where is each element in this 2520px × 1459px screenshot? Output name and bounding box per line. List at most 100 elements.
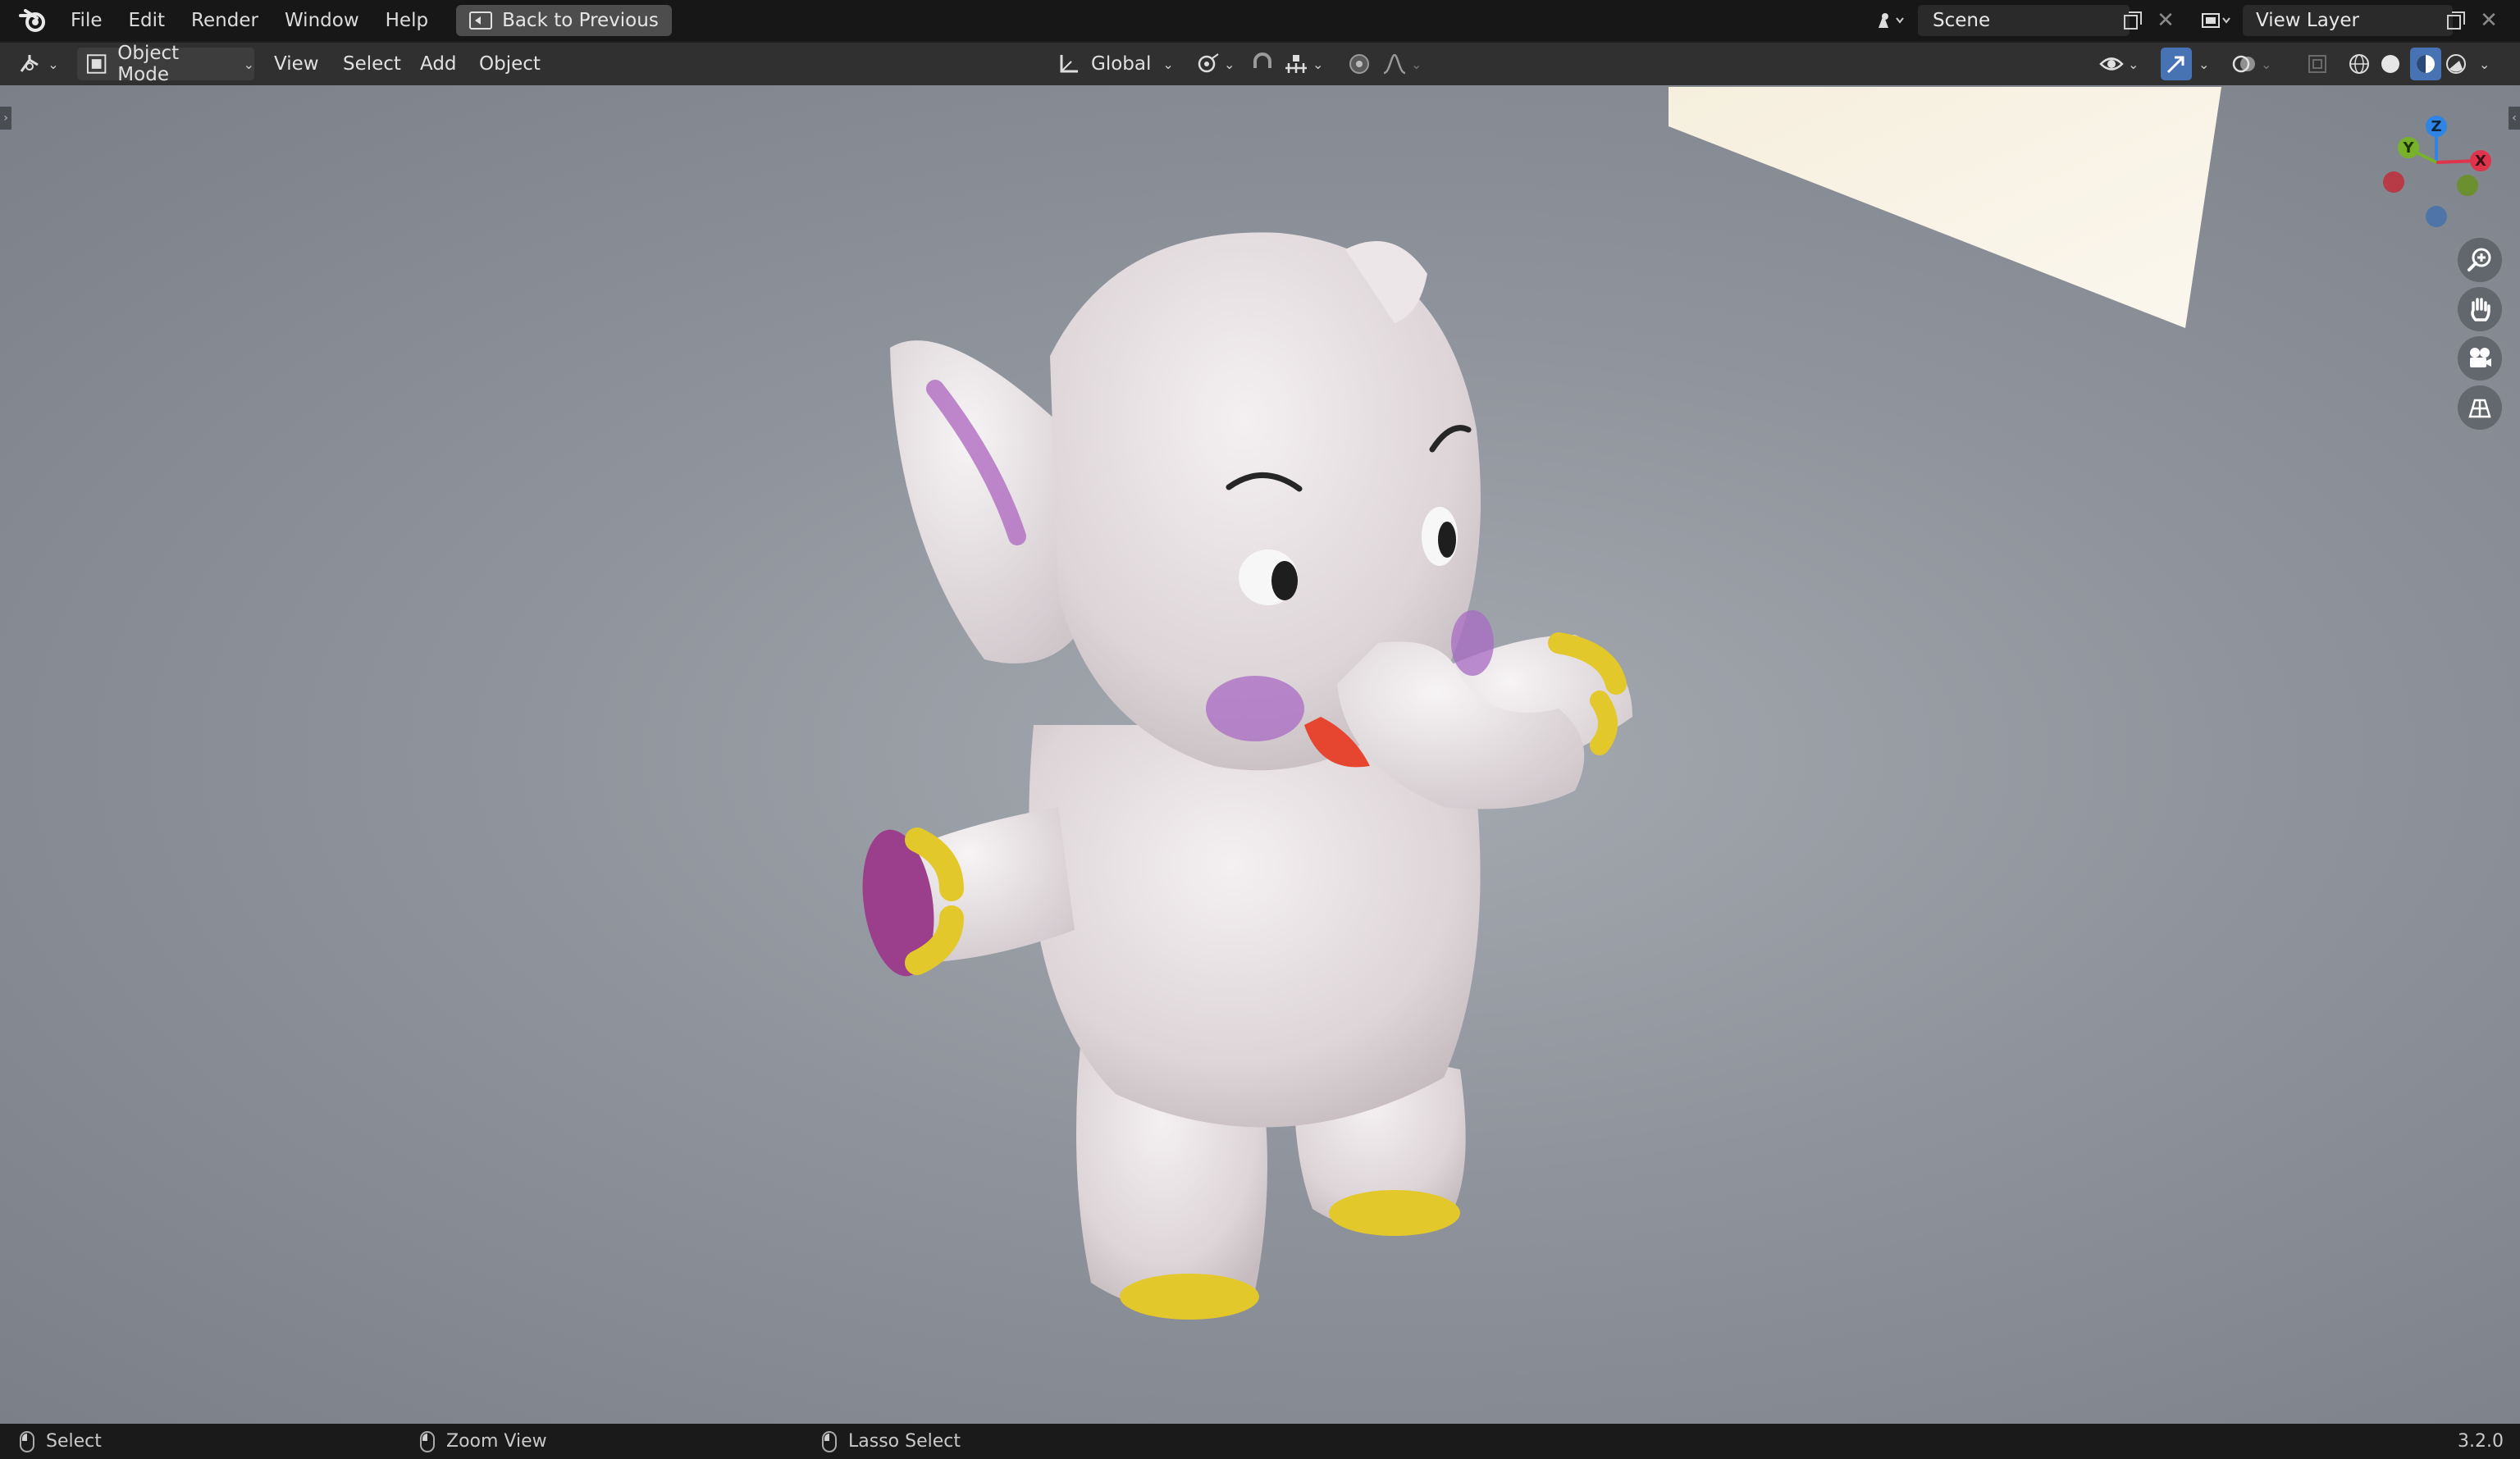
scene-browse-button[interactable]: [1869, 5, 1915, 36]
pivot-point-icon: [1198, 53, 1219, 73]
area-light-plane[interactable]: [1669, 87, 2226, 333]
transform-orientation-dropdown[interactable]: Global ⌄: [1057, 48, 1181, 80]
xray-toggle[interactable]: [2307, 48, 2333, 80]
magnet-icon: [1253, 52, 1271, 68]
chevron-down-icon: ⌄: [48, 56, 59, 72]
y-axis-label: Y: [2402, 139, 2414, 157]
chevron-down-icon: ⌄: [1162, 56, 1174, 72]
eye-icon: [2099, 57, 2124, 71]
scene-icon: [1879, 13, 1904, 28]
3d-viewport[interactable]: › ‹ Z X Y: [0, 85, 2520, 1424]
gizmo-arrow-icon: [2166, 56, 2184, 74]
object-mode-dropdown[interactable]: Object Mode ⌄: [77, 43, 254, 85]
chevron-down-icon: ⌄: [1312, 56, 1324, 72]
object-visibility-dropdown[interactable]: ⌄: [2098, 48, 2146, 80]
rendered-shading-button[interactable]: [2445, 48, 2471, 80]
proportional-editing-toggle[interactable]: [1347, 48, 1376, 80]
pan-button[interactable]: [2458, 287, 2502, 331]
menu-object[interactable]: Object: [479, 48, 541, 80]
solid-shading-button[interactable]: [2379, 48, 2405, 80]
orientation-axes-icon: [1060, 55, 1078, 73]
snap-toggle[interactable]: [1250, 48, 1283, 80]
status-lasso-hint: Lasso Select: [822, 1424, 961, 1459]
show-gizmo-toggle[interactable]: [2161, 48, 2192, 80]
menu-file[interactable]: File: [57, 0, 116, 41]
proportional-editing-icon: [1349, 54, 1369, 74]
chevron-down-icon: ⌄: [2261, 56, 2272, 72]
view-layer-field[interactable]: View Layer: [2243, 5, 2453, 36]
editor-type-dropdown[interactable]: ⌄: [11, 48, 66, 80]
x-axis-label: X: [2475, 153, 2486, 170]
gizmo-settings-dropdown[interactable]: ⌄: [2195, 48, 2220, 80]
chevron-down-icon: ⌄: [2479, 56, 2490, 72]
shading-options-dropdown[interactable]: ⌄: [2476, 48, 2500, 80]
rendered-sphere-icon: [2446, 54, 2466, 74]
neg-z-axis-handle[interactable]: [2426, 206, 2447, 227]
menu-help[interactable]: Help: [372, 0, 441, 41]
menu-window[interactable]: Window: [272, 0, 372, 41]
chevron-down-icon: ⌄: [243, 56, 254, 72]
back-button-label: Back to Previous: [502, 10, 659, 31]
snap-target-dropdown[interactable]: ⌄: [1283, 48, 1335, 80]
z-axis-label: Z: [2431, 118, 2441, 135]
chevron-down-icon: ⌄: [2128, 56, 2139, 72]
menu-render[interactable]: Render: [178, 0, 272, 41]
material-sphere-icon: [2417, 55, 2435, 73]
menu-select[interactable]: Select: [343, 48, 401, 80]
ortho-toggle-button[interactable]: [2458, 385, 2502, 430]
view-layer-name: View Layer: [2256, 10, 2360, 31]
chevron-down-icon: ⌄: [2198, 56, 2210, 72]
overlays-dropdown[interactable]: ⌄: [2231, 48, 2277, 80]
sidebar-toggle-arrow[interactable]: ‹: [2509, 107, 2520, 130]
mouse-right-icon: [822, 1430, 837, 1452]
elephant-model[interactable]: [820, 208, 1690, 1422]
navigation-gizmo[interactable]: Z X Y: [2371, 110, 2502, 241]
xray-icon: [2308, 55, 2326, 73]
close-icon: ✕: [2157, 8, 2175, 33]
status-zoom-label: Zoom View: [446, 1431, 547, 1452]
status-zoom-hint: Zoom View: [420, 1424, 547, 1459]
new-view-layer-button[interactable]: [2440, 5, 2472, 36]
version-label: 3.2.0: [2458, 1431, 2504, 1452]
ortho-grid-icon: [2468, 399, 2491, 418]
blender-logo-icon[interactable]: [13, 1, 52, 40]
object-mode-label: Object Mode: [117, 43, 180, 85]
pan-hand-icon: [2471, 298, 2490, 321]
back-screen-icon: [469, 11, 493, 30]
neg-x-axis-handle[interactable]: [2383, 171, 2404, 193]
mouse-left-icon: [20, 1430, 34, 1452]
status-lasso-label: Lasso Select: [848, 1431, 961, 1452]
mouse-middle-icon: [420, 1430, 435, 1452]
scene-name-field[interactable]: Scene: [1918, 5, 2130, 36]
back-to-previous-button[interactable]: Back to Previous: [456, 5, 672, 36]
zoom-button[interactable]: [2458, 238, 2502, 282]
chevron-down-icon: ⌄: [1224, 56, 1235, 72]
snap-increment-icon: [1285, 55, 1307, 73]
material-preview-button[interactable]: [2410, 48, 2441, 80]
wireframe-sphere-icon: [2349, 54, 2369, 74]
editor-type-icon: [21, 55, 39, 72]
menu-view[interactable]: View: [274, 48, 319, 80]
neg-y-axis-handle[interactable]: [2457, 175, 2478, 196]
close-icon: ✕: [2480, 8, 2498, 33]
proportional-falloff-dropdown[interactable]: ⌄: [1381, 48, 1431, 80]
chevron-down-icon: ⌄: [1411, 56, 1422, 72]
object-mode-icon: [86, 54, 107, 74]
menu-add[interactable]: Add: [420, 48, 457, 80]
duplicate-icon: [2124, 11, 2142, 30]
toolbar-toggle-arrow[interactable]: ›: [0, 107, 11, 130]
pivot-point-dropdown[interactable]: ⌄: [1196, 48, 1242, 80]
wireframe-shading-button[interactable]: [2348, 48, 2374, 80]
delete-scene-button[interactable]: ✕: [2151, 5, 2180, 36]
falloff-curve-icon: [1383, 53, 1406, 75]
new-scene-button[interactable]: [2116, 5, 2149, 36]
view-layer-browse-button[interactable]: [2194, 5, 2239, 36]
scene-name: Scene: [1933, 10, 1991, 31]
status-select-label: Select: [46, 1431, 102, 1452]
status-select-hint: Select: [20, 1424, 102, 1459]
delete-view-layer-button[interactable]: ✕: [2474, 5, 2504, 36]
menu-edit[interactable]: Edit: [116, 0, 179, 41]
camera-view-button[interactable]: [2458, 336, 2502, 381]
overlays-icon: [2232, 55, 2255, 73]
duplicate-icon: [2447, 11, 2465, 30]
